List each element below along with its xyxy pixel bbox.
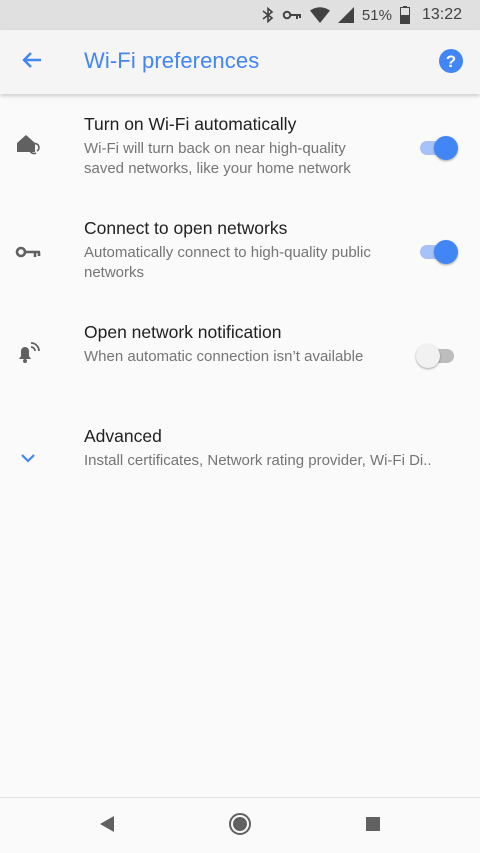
page-title: Wi-Fi preferences (84, 48, 260, 73)
svg-text:?: ? (446, 52, 456, 71)
status-icons: 51% 13:22 (262, 0, 462, 30)
help-button[interactable]: ? (438, 48, 464, 74)
toggle-switch[interactable] (416, 238, 458, 264)
setting-title: Open network notification (84, 322, 282, 342)
battery-percent: 51% (361, 6, 392, 24)
vpn-key-icon (282, 9, 302, 21)
setting-connect-to-open-networks[interactable]: Connect to open networks Automatically c… (0, 198, 480, 302)
switch-thumb (416, 344, 440, 368)
nav-recents-button[interactable] (359, 812, 387, 840)
toggle-switch[interactable] (416, 342, 458, 368)
switch-thumb (434, 240, 458, 264)
app-bar: Wi-Fi preferences ? (0, 30, 480, 94)
nav-back-button[interactable] (93, 812, 121, 840)
settings-list: Turn on Wi-Fi automatically Wi-Fi will t… (0, 94, 480, 510)
setting-title: Connect to open networks (84, 218, 288, 238)
setting-summary: Automatically connect to high-quality pu… (84, 244, 371, 281)
nav-home-button[interactable] (226, 812, 254, 840)
back-triangle-icon (99, 815, 115, 838)
key-icon (14, 238, 42, 266)
setting-title: Advanced (84, 426, 162, 446)
status-bar: 51% 13:22 (0, 0, 480, 30)
arrow-back-icon (21, 51, 43, 74)
back-button[interactable] (16, 46, 48, 78)
signal-icon (337, 7, 354, 23)
home-circle-icon (228, 812, 252, 841)
setting-summary: Install certificates, Network rating pro… (84, 452, 432, 469)
nav-bar (0, 797, 480, 853)
notification-wifi-icon (14, 338, 42, 366)
recents-square-icon (365, 816, 381, 837)
bluetooth-icon (262, 6, 274, 24)
setting-title: Turn on Wi-Fi automatically (84, 114, 297, 134)
setting-open-network-notification[interactable]: Open network notification When automatic… (0, 302, 480, 406)
switch-thumb (434, 136, 458, 160)
setting-summary: Wi-Fi will turn back on near high-qualit… (84, 140, 351, 177)
setting-advanced[interactable]: Advanced Install certificates, Network r… (0, 406, 480, 510)
help-icon: ? (438, 49, 464, 78)
chevron-down-icon (14, 444, 42, 472)
setting-turn-on-wifi-automatically[interactable]: Turn on Wi-Fi automatically Wi-Fi will t… (0, 94, 480, 198)
status-time: 13:22 (421, 6, 462, 23)
setting-summary: When automatic connection isn’t availabl… (84, 348, 364, 365)
battery-icon (399, 6, 410, 24)
toggle-switch[interactable] (416, 134, 458, 160)
home-wifi-icon (14, 130, 42, 158)
wifi-icon (309, 7, 330, 23)
